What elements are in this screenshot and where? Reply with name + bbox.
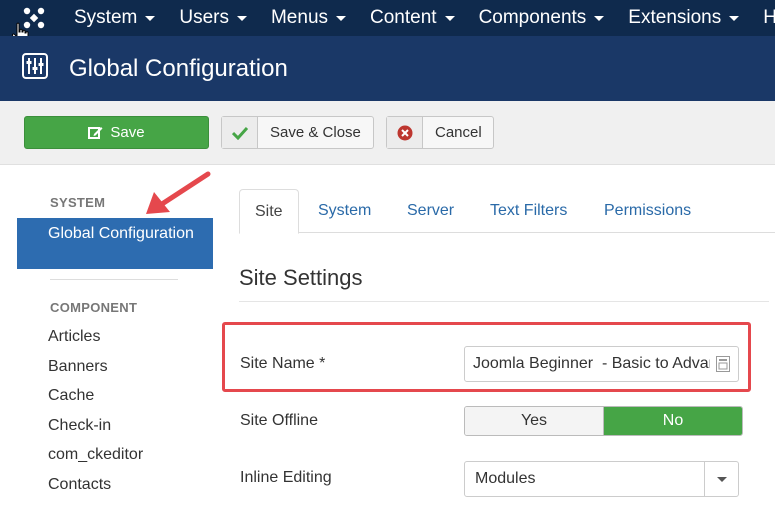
tab-text-filters[interactable]: Text Filters bbox=[490, 189, 567, 233]
cancel-circle-icon bbox=[397, 125, 412, 140]
section-title: Site Settings bbox=[239, 265, 363, 290]
top-navbar: System Users Menus Content Components Ex… bbox=[0, 0, 775, 36]
site-offline-toggle: Yes No bbox=[464, 406, 743, 436]
menu-help[interactable]: H bbox=[763, 7, 775, 29]
cancel-label: Cancel bbox=[435, 124, 482, 141]
menu-label: H bbox=[763, 7, 775, 28]
main-menu: System Users Menus Content Components Ex… bbox=[74, 0, 775, 36]
inline-editing-label: Inline Editing bbox=[240, 469, 332, 486]
sliders-icon bbox=[22, 53, 48, 79]
check-icon bbox=[231, 126, 248, 140]
site-name-label: Site Name * bbox=[240, 355, 326, 372]
menu-label: Users bbox=[179, 7, 229, 28]
check-icon-box bbox=[222, 117, 258, 148]
menu-label: Content bbox=[370, 7, 437, 28]
caret-down-icon bbox=[145, 15, 156, 21]
inline-editing-select[interactable]: Modules bbox=[464, 461, 739, 497]
site-offline-yes-option[interactable]: Yes bbox=[465, 407, 604, 435]
sidebar-divider bbox=[50, 279, 178, 280]
menu-label: System bbox=[74, 7, 138, 28]
tab-permissions[interactable]: Permissions bbox=[604, 189, 691, 233]
menu-label: Menus bbox=[270, 7, 329, 28]
chevron-down-icon bbox=[716, 476, 727, 482]
edit-icon bbox=[88, 127, 103, 139]
tab-system[interactable]: System bbox=[318, 189, 371, 233]
menu-label: Components bbox=[478, 7, 587, 28]
inline-editing-value: Modules bbox=[475, 470, 536, 487]
menu-menus[interactable]: Menus bbox=[270, 7, 347, 29]
save-button-label: Save bbox=[110, 124, 145, 141]
sidebar-heading-system: SYSTEM bbox=[50, 195, 106, 210]
toolbar: Save Save & Close Cancel bbox=[0, 101, 775, 165]
page-title: Global Configuration bbox=[69, 55, 288, 82]
sidebar-item-check-in[interactable]: Check-in bbox=[48, 417, 111, 435]
tab-site[interactable]: Site bbox=[239, 189, 299, 234]
field-options-icon[interactable] bbox=[716, 356, 730, 372]
caret-down-icon bbox=[236, 15, 247, 21]
menu-content[interactable]: Content bbox=[370, 7, 455, 29]
menu-users[interactable]: Users bbox=[179, 7, 247, 29]
tab-server[interactable]: Server bbox=[407, 189, 454, 233]
page-header: Global Configuration bbox=[0, 36, 775, 101]
caret-down-icon bbox=[444, 15, 455, 21]
cancel-button[interactable]: Cancel bbox=[386, 116, 494, 149]
menu-system[interactable]: System bbox=[74, 7, 156, 29]
section-divider bbox=[239, 301, 769, 302]
cancel-icon-box bbox=[387, 117, 423, 148]
sidebar-heading-component: COMPONENT bbox=[50, 300, 138, 315]
site-offline-no-option[interactable]: No bbox=[604, 407, 742, 435]
sidebar-item-banners[interactable]: Banners bbox=[48, 358, 108, 376]
menu-extensions[interactable]: Extensions bbox=[628, 7, 740, 29]
save-close-label: Save & Close bbox=[270, 124, 361, 141]
menu-label: Extensions bbox=[628, 7, 722, 28]
caret-down-icon bbox=[594, 15, 605, 21]
sidebar-item-contacts[interactable]: Contacts bbox=[48, 476, 111, 494]
sidebar-item-articles[interactable]: Articles bbox=[48, 328, 100, 346]
sidebar-item-cache[interactable]: Cache bbox=[48, 387, 94, 405]
site-name-input[interactable] bbox=[464, 346, 739, 382]
caret-down-icon bbox=[336, 15, 347, 21]
save-close-button[interactable]: Save & Close bbox=[221, 116, 374, 149]
sidebar-item-com-ckeditor[interactable]: com_ckeditor bbox=[48, 446, 143, 464]
save-button[interactable]: Save bbox=[24, 116, 209, 149]
menu-components[interactable]: Components bbox=[479, 7, 605, 29]
caret-down-icon bbox=[729, 15, 740, 21]
config-tabs: Site System Server Text Filters Permissi… bbox=[239, 189, 775, 234]
annotation-arrow-icon bbox=[146, 171, 211, 214]
site-offline-label: Site Offline bbox=[240, 412, 318, 429]
select-toggle bbox=[704, 462, 738, 496]
